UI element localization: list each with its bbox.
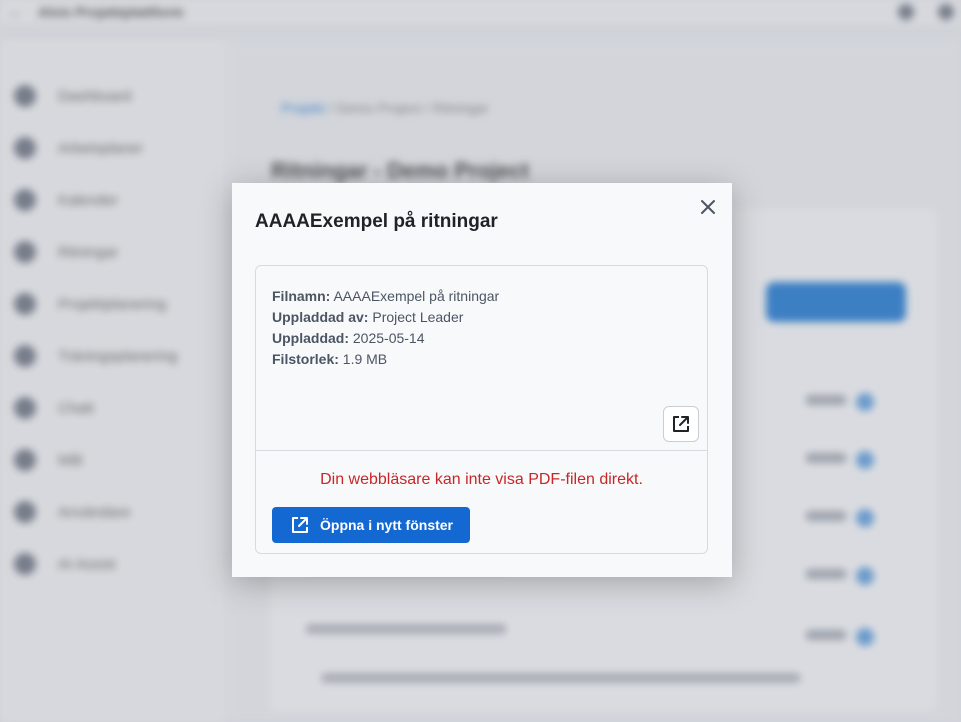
pdf-error-message: Din webbläsare kan inte visa PDF-filen d… [320,471,643,488]
field-label: Uppladdad: [272,330,349,346]
filesize-row: Filstorlek: 1.9 MB [272,349,499,370]
file-info-panel: Filnamn: AAAAExempel på ritningar Upplad… [255,265,708,554]
field-label: Filnamn: [272,288,331,304]
close-button[interactable] [696,195,720,219]
filesize-value: 1.9 MB [342,351,388,367]
uploaded-by-value: Project Leader [372,309,464,325]
open-external-button[interactable] [663,406,699,442]
divider [256,450,707,451]
uploaded-by-row: Uppladdad av: Project Leader [272,307,499,328]
field-label: Filstorlek: [272,351,339,367]
uploaded-date-row: Uppladdad: 2025-05-14 [272,328,499,349]
filename-row: Filnamn: AAAAExempel på ritningar [272,286,499,307]
open-external-icon [673,416,689,432]
close-icon [701,200,715,214]
uploaded-date-value: 2025-05-14 [352,330,425,346]
file-metadata: Filnamn: AAAAExempel på ritningar Upplad… [272,286,499,370]
open-new-window-button[interactable]: Öppna i nytt fönster [272,507,470,543]
filename-value: AAAAExempel på ritningar [333,288,500,304]
field-label: Uppladdad av: [272,309,369,325]
open-new-window-label: Öppna i nytt fönster [320,517,453,533]
dialog-title: AAAAExempel på ritningar [255,211,498,232]
open-external-icon [292,517,308,533]
file-preview-dialog: AAAAExempel på ritningar Filnamn: AAAAEx… [232,183,732,577]
